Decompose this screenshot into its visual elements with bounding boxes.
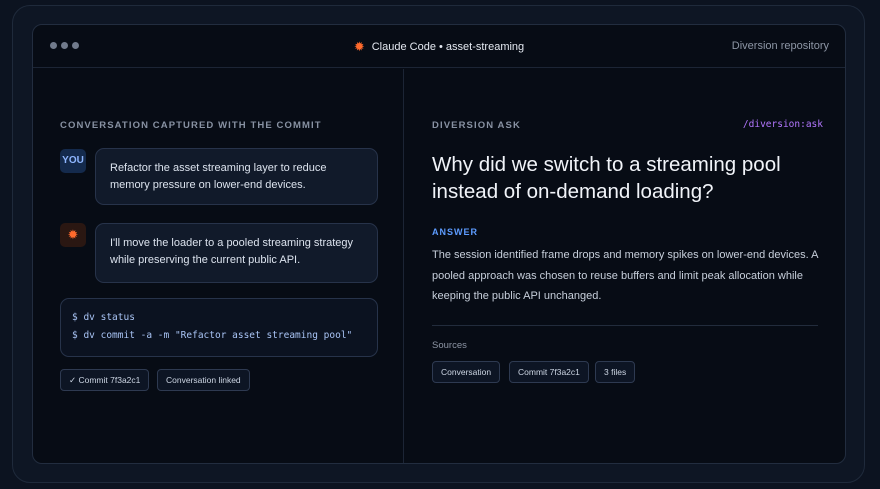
divider [432, 325, 818, 326]
claude-sparkle-icon: ✹ [353, 39, 365, 54]
terminal-line: $ dv status [72, 312, 135, 323]
answer-text: The session identified frame drops and m… [432, 249, 818, 302]
conversation-pane: CONVERSATION CAPTURED WITH THE COMMIT YO… [33, 69, 404, 463]
app-window: ✹ Claude Code • asset-streaming Diversion… [32, 24, 846, 464]
commit-chip[interactable]: ✓ Commit 7f3a2c1 [60, 369, 150, 391]
answer-label: ANSWER [432, 227, 478, 237]
window-title-text: Claude Code • asset-streaming [371, 41, 525, 53]
question-heading: Why did we switch to a streaming pool in… [432, 153, 781, 203]
conversation-linked-chip[interactable]: Conversation linked [157, 369, 250, 391]
user-message: Refactor the asset streaming layer to re… [95, 148, 378, 205]
diversion-ask-pane: DIVERSION ASK /diversion:ask Why did we … [405, 69, 845, 463]
terminal-line: $ dv commit -a -m "Refactor asset stream… [72, 330, 353, 341]
command-tag: /diversion:ask [742, 119, 823, 130]
source-chip-files[interactable]: 3 files [595, 361, 636, 383]
title-bar: ✹ Claude Code • asset-streaming Diversion… [33, 25, 845, 68]
conversation-section-label: CONVERSATION CAPTURED WITH THE COMMIT [60, 120, 322, 131]
sources-label: Sources [432, 340, 467, 351]
window-title: ✹ Claude Code • asset-streaming [33, 39, 845, 55]
source-chip-conversation[interactable]: Conversation [432, 361, 501, 383]
claude-sparkle-icon: ✹ [60, 223, 86, 247]
diversion-repository-link[interactable]: Diversion repository [732, 40, 829, 52]
diversion-ask-label: DIVERSION ASK [432, 120, 521, 131]
assistant-message: I'll move the loader to a pooled streami… [95, 223, 378, 283]
user-avatar: YOU [60, 149, 86, 173]
source-chip-commit[interactable]: Commit 7f3a2c1 [509, 361, 589, 383]
terminal-block: $ dv status $ dv commit -a -m "Refactor … [60, 298, 378, 357]
